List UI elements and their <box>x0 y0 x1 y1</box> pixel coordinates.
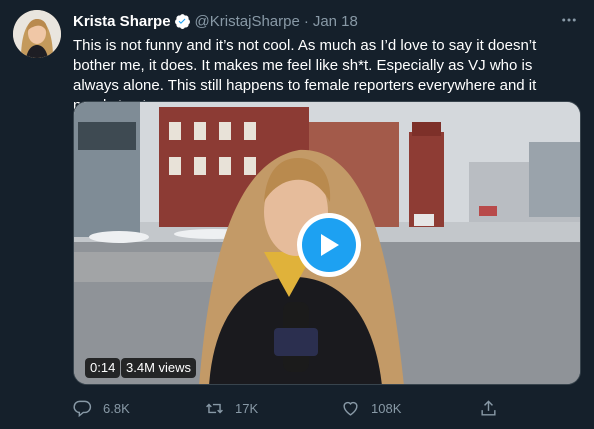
avatar[interactable] <box>13 10 61 58</box>
video-player[interactable]: 0:14 3.4M views <box>73 101 581 385</box>
like-count: 108K <box>371 400 402 416</box>
reply-button[interactable]: 6.8K <box>73 395 130 421</box>
retweet-icon <box>206 403 223 413</box>
like-button[interactable]: 108K <box>341 395 401 421</box>
more-options-button[interactable] <box>558 9 580 31</box>
video-views-badge: 3.4M views <box>121 358 197 378</box>
heart-icon <box>343 401 358 416</box>
share-icon <box>481 399 496 416</box>
play-button[interactable] <box>297 213 361 277</box>
more-options-icon <box>562 18 576 22</box>
tweet-header: Krista Sharpe @KristajSharpe · Jan 18 <box>73 10 584 32</box>
retweet-count: 17K <box>235 400 259 416</box>
play-icon-circle <box>302 218 356 272</box>
author-handle[interactable]: @KristajSharpe <box>195 13 300 30</box>
reply-count: 6.8K <box>103 400 130 416</box>
separator-dot: · <box>303 12 309 30</box>
author-name[interactable]: Krista Sharpe <box>73 13 171 30</box>
retweet-button[interactable]: 17K <box>205 395 258 421</box>
tweet-actions: 6.8K 17K 108K <box>73 395 513 421</box>
avatar-image <box>13 10 61 58</box>
tweet-date[interactable]: Jan 18 <box>313 13 358 30</box>
tweet[interactable]: Krista Sharpe @KristajSharpe · Jan 18 Th… <box>0 0 594 429</box>
verified-badge-icon <box>174 13 190 29</box>
reply-icon <box>73 400 92 417</box>
share-button[interactable] <box>479 395 509 421</box>
video-duration-badge: 0:14 <box>85 358 121 378</box>
play-icon <box>321 234 339 256</box>
